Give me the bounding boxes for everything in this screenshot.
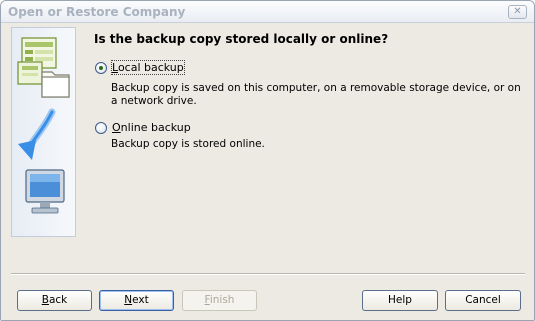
footer-separator xyxy=(11,273,525,275)
back-button[interactable]: Back xyxy=(17,290,92,311)
wizard-illustration-panel xyxy=(11,27,76,237)
close-button[interactable]: ✕ xyxy=(508,5,527,19)
online-backup-description: Backup copy is stored online. xyxy=(111,138,265,150)
next-button[interactable]: Next xyxy=(99,290,174,311)
monitor-icon xyxy=(25,169,65,214)
cancel-button[interactable]: Cancel xyxy=(445,290,521,311)
finish-button[interactable]: Finish xyxy=(182,290,257,311)
local-backup-label[interactable]: Local backup xyxy=(111,60,185,75)
question-heading: Is the backup copy stored locally or onl… xyxy=(94,32,389,46)
arrow-icon xyxy=(18,108,56,160)
close-icon: ✕ xyxy=(513,6,522,17)
wizard-illustration xyxy=(17,37,70,214)
help-button[interactable]: Help xyxy=(362,290,438,311)
window-title: Open or Restore Company xyxy=(8,5,186,19)
title-bar: Open or Restore Company ✕ xyxy=(1,1,534,23)
folder-icon xyxy=(41,71,70,98)
local-backup-description-line1: Backup copy is saved on this computer, o… xyxy=(111,82,521,94)
local-backup-radio[interactable] xyxy=(95,62,107,74)
online-backup-radio[interactable] xyxy=(95,122,107,134)
open-restore-company-dialog: Open or Restore Company ✕ Is the backup … xyxy=(0,0,535,321)
online-backup-label[interactable]: Online backup xyxy=(112,121,191,134)
local-backup-description-line2: a network drive. xyxy=(111,95,197,107)
